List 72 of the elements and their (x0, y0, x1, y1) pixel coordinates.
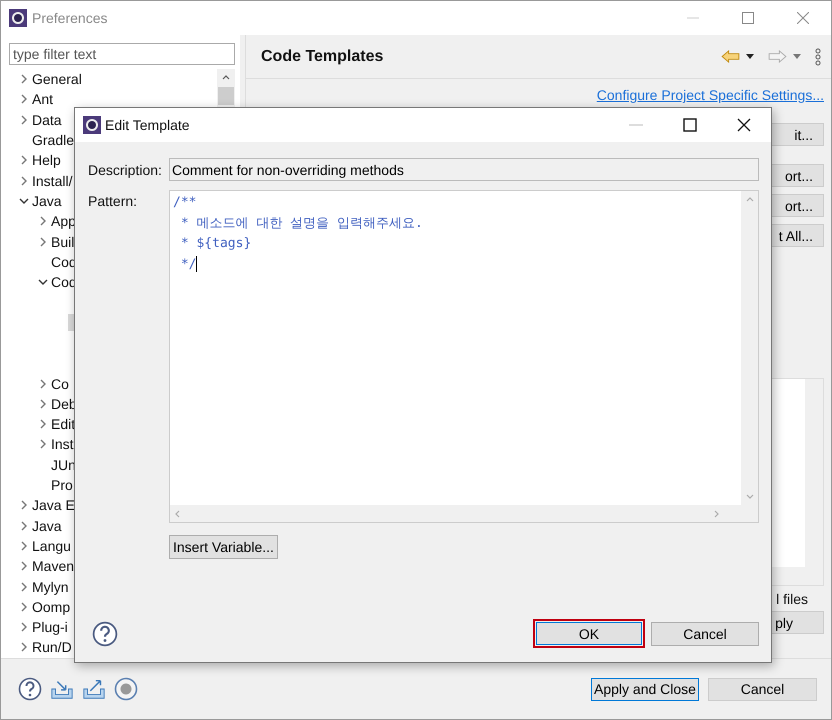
app-icon (9, 9, 27, 27)
tree-item[interactable]: Plug-i (30, 618, 70, 636)
tree-item[interactable]: Inst (49, 435, 76, 454)
tree-item[interactable]: Maven (30, 557, 76, 576)
chevron-right-icon[interactable] (38, 236, 48, 247)
chevron-right-icon[interactable] (19, 520, 29, 531)
chevron-right-icon[interactable] (19, 114, 29, 125)
tree-item[interactable]: General (30, 70, 84, 88)
pattern-editor[interactable]: /** * 메소드에 대한 설명을 입력해주세요. * ${tags} */ (169, 190, 759, 523)
tree-item[interactable]: Buil (49, 232, 76, 251)
tree-item[interactable]: Run/D (30, 638, 74, 656)
chevron-right-icon[interactable] (19, 500, 29, 510)
back-arrow-icon[interactable] (721, 50, 740, 63)
option-label: l files (776, 591, 808, 607)
tree-item[interactable]: Edit (49, 415, 78, 434)
dialog-title: Edit Template (105, 117, 190, 133)
page-title: Code Templates (261, 48, 384, 66)
dialog-button[interactable]: OK (533, 619, 645, 648)
chevron-right-icon[interactable] (19, 622, 29, 632)
tree-item[interactable]: Co (49, 374, 71, 393)
chevron-right-icon[interactable] (19, 540, 29, 551)
chevron-right-icon[interactable] (19, 155, 29, 166)
dropdown-icon[interactable] (746, 54, 754, 59)
record-icon[interactable] (114, 677, 138, 701)
maximize-icon[interactable] (683, 118, 697, 132)
pattern-label: Pattern: (88, 192, 138, 209)
filter-field[interactable]: type filter text (9, 43, 235, 65)
chevron-right-icon[interactable] (38, 439, 48, 450)
code-line: * 메소드에 대한 설명을 입력해주세요. (180, 214, 424, 232)
tree-item[interactable]: Java (30, 192, 64, 210)
close-icon[interactable] (737, 118, 751, 132)
tree-item[interactable]: Java (30, 516, 64, 535)
chevron-right-icon[interactable] (19, 94, 29, 104)
chevron-right-icon[interactable] (38, 419, 48, 430)
project-settings-link[interactable]: Configure Project Specific Settings... (596, 87, 824, 103)
chevron-right-icon[interactable] (38, 378, 48, 389)
menu-icon[interactable] (815, 48, 821, 66)
chevron-right-icon[interactable] (19, 561, 29, 572)
description-field[interactable]: Comment for non-overriding methods (169, 158, 759, 181)
window-title: Preferences (32, 10, 108, 26)
chevron-right-icon[interactable] (38, 398, 48, 409)
tree-item[interactable]: Gradle (30, 131, 76, 150)
tree-item[interactable]: Oomp (30, 598, 72, 616)
tree-item[interactable]: Mylyn (30, 578, 71, 596)
chevron-right-icon[interactable] (19, 642, 29, 652)
code-line: * ${tags} (180, 235, 252, 253)
tree-item[interactable]: Java E (30, 496, 77, 514)
help-icon[interactable] (18, 677, 42, 701)
description-label: Description: (88, 162, 163, 178)
dialog-button[interactable]: Cancel (651, 622, 759, 646)
tree-item[interactable]: Data (30, 110, 64, 129)
help-icon[interactable] (92, 620, 118, 646)
code-line: */ (180, 254, 198, 274)
chevron-right-icon[interactable] (38, 216, 48, 226)
insert-variable-button[interactable]: Insert Variable... (169, 535, 278, 559)
app-icon (83, 116, 101, 134)
tree-item[interactable]: Ant (30, 90, 56, 108)
tree-item[interactable]: Langu (30, 536, 73, 555)
chevron-down-icon[interactable] (19, 196, 29, 206)
chevron-right-icon[interactable] (19, 582, 29, 592)
chevron-right-icon[interactable] (19, 74, 29, 84)
footer-button[interactable]: Apply and Close (591, 678, 699, 700)
scroll-thumb[interactable] (218, 87, 234, 105)
tree-item[interactable]: Help (30, 151, 63, 170)
chevron-right-icon[interactable] (19, 176, 29, 186)
chevron-down-icon[interactable] (38, 277, 48, 288)
footer-button[interactable]: Cancel (708, 678, 817, 700)
tree-item[interactable]: Install/ (30, 172, 74, 190)
tree-item[interactable]: Pro (49, 476, 75, 494)
code-line: /** (173, 194, 198, 212)
chevron-right-icon[interactable] (19, 602, 29, 612)
export-icon[interactable] (82, 677, 106, 701)
